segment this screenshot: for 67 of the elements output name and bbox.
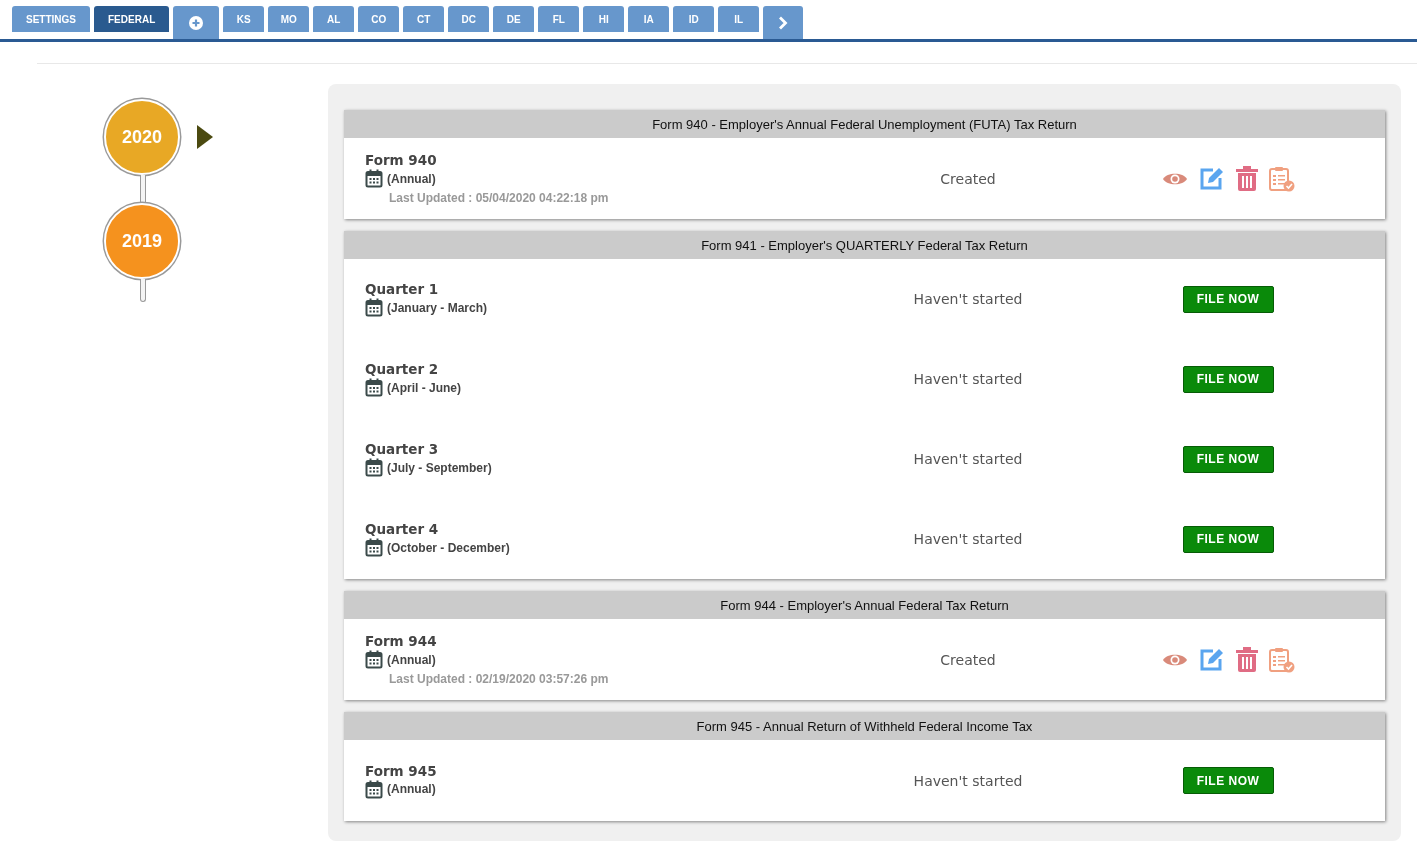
form-title: Form 944 - Employer's Annual Federal Tax Return [344,591,1385,619]
calendar-icon [365,538,383,557]
status-label: Haven't started [913,531,1023,547]
form-title: Form 941 - Employer's QUARTERLY Federal Tax Return [344,231,1385,259]
checklist-icon[interactable] [1268,646,1295,673]
delete-icon[interactable] [1235,166,1258,191]
period-label: (Annual) [387,652,436,667]
file-now-button[interactable]: FILE NOW [1182,767,1274,794]
status-label: Haven't started [913,371,1023,387]
file-now-button[interactable]: FILE NOW [1182,285,1274,313]
plus-icon [189,15,204,30]
form-name: Form 944 [365,633,438,649]
period-label: (January - March) [387,300,488,315]
form-name: Quarter 3 [365,441,440,457]
file-now-button[interactable]: FILE NOW [1182,445,1274,473]
year-bubble[interactable]: 2020 [104,99,180,175]
calendar-icon [365,779,383,799]
form-name: Quarter 1 [365,281,440,297]
timeline-stem [140,175,146,203]
calendar-icon [365,458,383,477]
file-now-button[interactable]: FILE NOW [1182,525,1274,553]
last-updated: Last Updated : 05/04/2020 04:22:18 pm [389,191,610,205]
tab[interactable]: HI [583,6,625,32]
form-name: Form 945 [365,762,438,779]
form-title: Form 940 - Employer's Annual Federal Unemployment (FUTA) Tax Return [344,110,1385,138]
file-now-button[interactable]: FILE NOW [1182,365,1274,393]
status-label: Created [940,651,996,668]
tab[interactable]: CO [358,6,400,32]
add-tab[interactable] [173,6,220,39]
checklist-icon[interactable] [1268,165,1295,192]
tab[interactable]: AL [313,6,355,32]
period-label: (October - December) [387,540,510,555]
form-title: Form 945 - Annual Return of Withheld Federal Income Tax [344,712,1385,740]
calendar-icon [365,169,383,188]
form-name: Quarter 2 [365,361,440,377]
next-tab[interactable] [763,6,804,39]
last-updated: Last Updated : 02/19/2020 03:57:26 pm [389,672,610,686]
status-label: Haven't started [913,451,1023,467]
calendar-icon [365,378,383,397]
status-label: Haven't started [913,291,1023,307]
period-label: (April - June) [387,380,461,395]
form-name: Form 940 [365,152,438,168]
tab[interactable]: KS [223,6,265,32]
tab[interactable]: FL [538,6,580,32]
year-bubble[interactable]: 2019 [104,203,180,279]
chevron-right-icon [778,15,789,30]
tab[interactable]: DE [493,6,535,32]
tab[interactable]: DC [448,6,490,32]
tab[interactable]: CT [403,6,445,32]
tab[interactable]: SETTINGS [12,6,90,32]
timeline-stem [140,279,146,302]
status-label: Haven't started [913,772,1023,789]
delete-icon[interactable] [1235,647,1258,672]
form-name: Quarter 4 [365,521,440,537]
tab[interactable]: IA [628,6,670,32]
calendar-icon [365,650,383,669]
edit-icon[interactable] [1198,166,1225,191]
calendar-icon [365,298,383,317]
tab[interactable]: ID [673,6,715,32]
tab[interactable]: MO [268,6,310,32]
period-label: (Annual) [387,782,436,796]
edit-icon[interactable] [1198,647,1225,672]
period-label: (July - September) [387,460,492,475]
period-label: (Annual) [387,171,436,186]
tab[interactable]: FEDERAL [94,6,170,32]
tab[interactable]: IL [718,6,760,32]
status-label: Created [940,170,996,187]
